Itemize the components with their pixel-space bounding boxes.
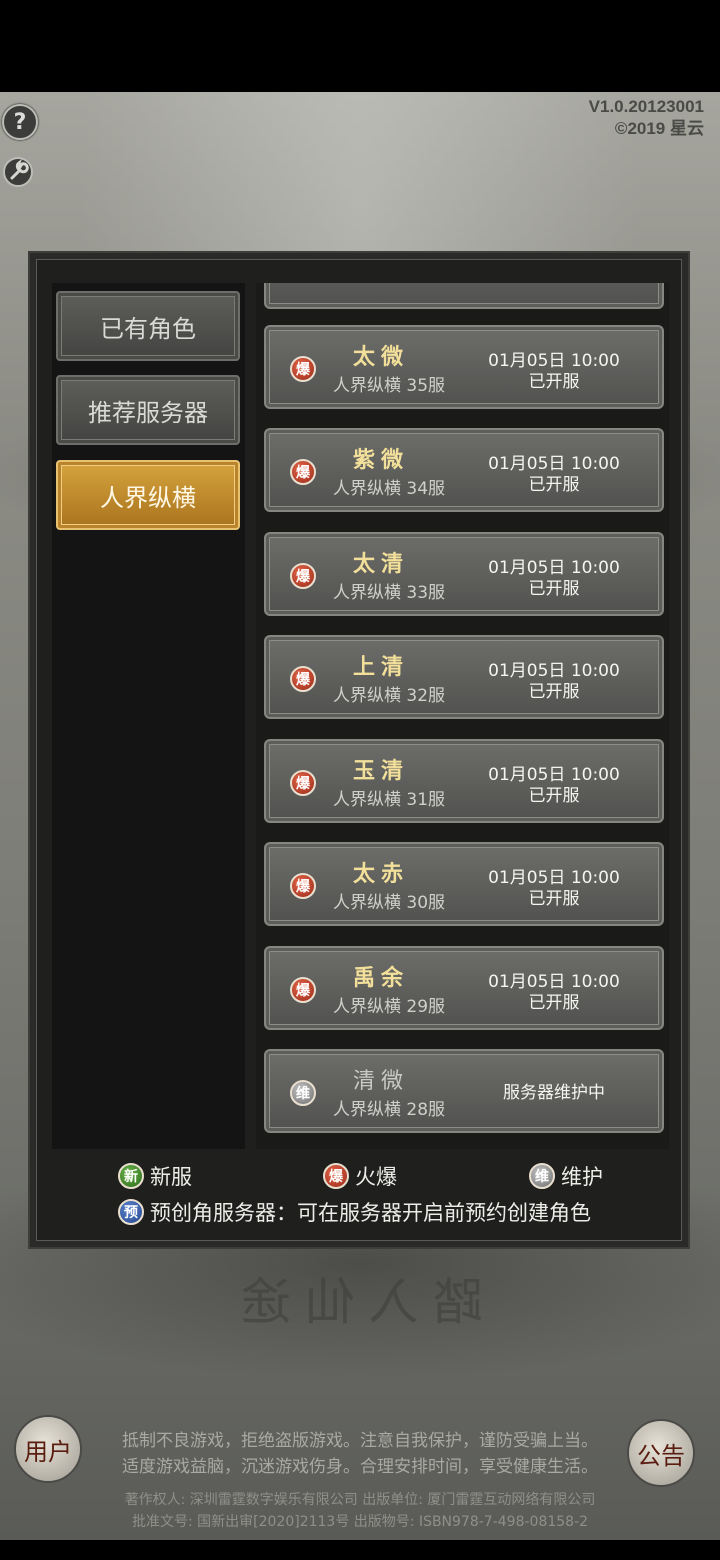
open-time: 01月05日 10:00 bbox=[488, 765, 620, 785]
server-state: 服务器维护中 bbox=[503, 1083, 605, 1103]
server-open-time: 01月05日 10:00 已开服 bbox=[480, 765, 628, 807]
legend-label: 维护 bbox=[561, 1165, 603, 1189]
health-notice-line: 适度游戏益脑，沉迷游戏伤身。合理安排时间，享受健康生活。 bbox=[122, 1457, 598, 1477]
tab-label: 已有角色 bbox=[100, 314, 196, 343]
server-subtitle: 人界纵横 35服 bbox=[332, 376, 446, 396]
server-list[interactable]: 爆 太微 人界纵横 35服 01月05日 10:00 已开服 爆 紫微 人界纵横… bbox=[256, 283, 669, 1149]
server-item[interactable]: 爆 太赤 人界纵横 30服 01月05日 10:00 已开服 bbox=[264, 842, 664, 926]
server-category-list: 已有角色 推荐服务器 人界纵横 bbox=[52, 283, 245, 1149]
settings-button[interactable] bbox=[2, 156, 34, 188]
copyright-year: ©2019 星云 bbox=[614, 119, 704, 138]
legend-label: 预创角服务器：可在服务器开启前预约创建角色 bbox=[150, 1201, 591, 1225]
server-name: 紫微 bbox=[352, 447, 409, 473]
server-name: 太微 bbox=[352, 344, 409, 370]
server-name: 太赤 bbox=[352, 861, 409, 887]
server-open-time: 01月05日 10:00 已开服 bbox=[480, 972, 628, 1014]
tab-recommended-servers[interactable]: 推荐服务器 bbox=[56, 375, 240, 445]
server-item-maintenance[interactable]: 维 清微 人界纵横 28服 服务器维护中 bbox=[264, 1049, 664, 1133]
server-subtitle: 人界纵横 29服 bbox=[332, 997, 446, 1017]
copyright-info: 著作权人: 深圳雷霆数字娱乐有限公司 出版单位: 厦门雷霆互动网络有限公司 批准… bbox=[0, 1489, 720, 1533]
server-open-time: 01月05日 10:00 已开服 bbox=[480, 868, 628, 910]
tab-existing-characters[interactable]: 已有角色 bbox=[56, 291, 240, 361]
server-item[interactable]: 爆 玉清 人界纵横 31服 01月05日 10:00 已开服 bbox=[264, 739, 664, 823]
hot-badge-icon: 爆 bbox=[290, 977, 316, 1003]
open-time: 01月05日 10:00 bbox=[488, 558, 620, 578]
server-subtitle: 人界纵横 31服 bbox=[332, 790, 446, 810]
server-name: 太清 bbox=[352, 551, 409, 577]
server-item[interactable]: 爆 禹余 人界纵横 29服 01月05日 10:00 已开服 bbox=[264, 946, 664, 1030]
server-subtitle: 人界纵横 30服 bbox=[332, 893, 446, 913]
server-open-time: 01月05日 10:00 已开服 bbox=[480, 661, 628, 703]
server-state: 已开服 bbox=[528, 786, 580, 806]
server-item[interactable]: 爆 上清 人界纵横 32服 01月05日 10:00 已开服 bbox=[264, 635, 664, 719]
server-state: 已开服 bbox=[528, 889, 580, 909]
bottom-bar bbox=[0, 1540, 720, 1560]
server-name: 玉清 bbox=[352, 758, 409, 784]
server-state: 已开服 bbox=[528, 993, 580, 1013]
hot-badge-icon: 爆 bbox=[290, 356, 316, 382]
hot-badge-icon: 爆 bbox=[290, 873, 316, 899]
legend-hot: 爆 火爆 bbox=[323, 1161, 397, 1191]
server-subtitle: 人界纵横 33服 bbox=[332, 583, 446, 603]
hot-badge-icon: 爆 bbox=[290, 770, 316, 796]
legend-label: 火爆 bbox=[355, 1165, 397, 1189]
version-info: V1.0.20123001 ©2019 星云 bbox=[589, 96, 704, 140]
help-button[interactable]: ? bbox=[2, 104, 38, 140]
hot-badge-icon: 爆 bbox=[323, 1163, 349, 1189]
server-item[interactable]: 爆 紫微 人界纵横 34服 01月05日 10:00 已开服 bbox=[264, 428, 664, 512]
version-number: V1.0.20123001 bbox=[588, 97, 704, 116]
precreate-badge-icon: 预 bbox=[118, 1199, 144, 1225]
open-time: 01月05日 10:00 bbox=[488, 454, 620, 474]
server-name: 禹余 bbox=[352, 965, 409, 991]
maintenance-badge-icon: 维 bbox=[290, 1080, 316, 1106]
hot-badge-icon: 爆 bbox=[290, 666, 316, 692]
hot-badge-icon: 爆 bbox=[290, 563, 316, 589]
tab-label: 推荐服务器 bbox=[88, 398, 208, 427]
health-notice: 抵制不良游戏，拒绝盗版游戏。注意自我保护，谨防受骗上当。 适度游戏益脑，沉迷游戏… bbox=[0, 1428, 720, 1480]
server-subtitle: 人界纵横 28服 bbox=[332, 1100, 446, 1120]
copyright-line: 批准文号: 国新出审[2020]2113号 出版物号: ISBN978-7-49… bbox=[131, 1514, 589, 1530]
server-state: 已开服 bbox=[528, 475, 580, 495]
server-item[interactable]: 爆 太清 人界纵横 33服 01月05日 10:00 已开服 bbox=[264, 532, 664, 616]
maintenance-badge-icon: 维 bbox=[529, 1163, 555, 1189]
server-state: 已开服 bbox=[528, 579, 580, 599]
open-time: 01月05日 10:00 bbox=[488, 351, 620, 371]
server-item-partial[interactable] bbox=[264, 283, 664, 309]
hot-badge-icon: 爆 bbox=[290, 459, 316, 485]
server-open-time: 01月05日 10:00 已开服 bbox=[480, 351, 628, 393]
server-state: 已开服 bbox=[528, 372, 580, 392]
server-subtitle: 人界纵横 32服 bbox=[332, 686, 446, 706]
open-time: 01月05日 10:00 bbox=[488, 972, 620, 992]
server-open-time: 01月05日 10:00 已开服 bbox=[480, 558, 628, 600]
tab-renjie-zongheng[interactable]: 人界纵横 bbox=[56, 460, 240, 530]
open-time: 01月05日 10:00 bbox=[488, 868, 620, 888]
open-time: 01月05日 10:00 bbox=[488, 661, 620, 681]
server-select-panel: 已有角色 推荐服务器 人界纵横 爆 太微 人界纵横 35服 01月05日 10:… bbox=[28, 251, 690, 1249]
tab-label: 人界纵横 bbox=[100, 483, 196, 512]
server-item[interactable]: 爆 太微 人界纵横 35服 01月05日 10:00 已开服 bbox=[264, 325, 664, 409]
health-notice-line: 抵制不良游戏，拒绝盗版游戏。注意自我保护，谨防受骗上当。 bbox=[122, 1431, 598, 1451]
question-icon: ? bbox=[13, 109, 27, 135]
copyright-line: 著作权人: 深圳雷霆数字娱乐有限公司 出版单位: 厦门雷霆互动网络有限公司 bbox=[124, 1492, 596, 1508]
legend-precreate: 预 预创角服务器：可在服务器开启前预约创建角色 bbox=[118, 1197, 591, 1227]
server-name: 上清 bbox=[352, 654, 409, 680]
new-badge-icon: 新 bbox=[118, 1163, 144, 1189]
legend-new: 新 新服 bbox=[118, 1161, 192, 1191]
legend-maintenance: 维 维护 bbox=[529, 1161, 603, 1191]
server-state: 已开服 bbox=[528, 682, 580, 702]
server-subtitle: 人界纵横 34服 bbox=[332, 479, 446, 499]
server-name: 清微 bbox=[352, 1069, 409, 1094]
server-open-time: 01月05日 10:00 已开服 bbox=[480, 454, 628, 496]
wrench-icon bbox=[3, 157, 33, 187]
legend-label: 新服 bbox=[150, 1165, 192, 1189]
background-title-calligraphy: 踏入仙途 bbox=[227, 1273, 483, 1331]
